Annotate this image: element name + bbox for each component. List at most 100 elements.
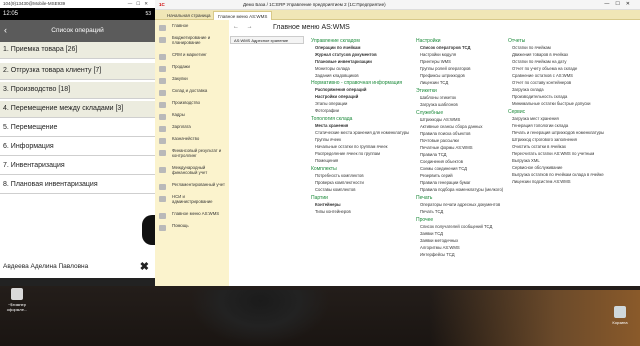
menu-link[interactable]: Группы ролей операторов: [420, 66, 471, 71]
operation-item[interactable]: 6. Информация: [0, 139, 155, 156]
sidebar-item[interactable]: Финансовый результат и контроллинг: [155, 147, 229, 163]
menu-link[interactable]: Заявки ТСД: [420, 231, 443, 236]
menu-link[interactable]: Остатки по ячейкам: [512, 45, 551, 50]
menu-link[interactable]: Почтовые рассылки: [420, 138, 459, 143]
tab-home[interactable]: Начальная страница: [163, 11, 215, 20]
menu-link[interactable]: Начальные остатки по группам ячеек: [315, 144, 388, 149]
menu-link[interactable]: Активные сеансы сбора данных: [420, 124, 482, 129]
menu-link[interactable]: Выгрузка XML: [512, 158, 540, 163]
sidebar-item[interactable]: Казначейство: [155, 135, 229, 147]
sidebar-item[interactable]: Продажи: [155, 63, 229, 75]
menu-link[interactable]: Префиксы штрихкодов: [420, 73, 465, 78]
menu-link[interactable]: Пересчитать остатки AS:WMS по учетным: [512, 151, 594, 156]
sidebar-item[interactable]: Помощь: [155, 222, 229, 234]
menu-link[interactable]: Правила ТСД: [420, 152, 447, 157]
menu-link[interactable]: Мониторы склада: [315, 66, 350, 71]
menu-link[interactable]: Сравнение остатков с AS:WMS: [512, 73, 573, 78]
menu-link[interactable]: Правила подбора номенклатуры (мелкого): [420, 187, 503, 192]
menu-link[interactable]: Задания кладовщиков: [315, 73, 359, 78]
menu-link[interactable]: Шаблоны этикеток: [420, 95, 456, 100]
menu-link[interactable]: Лицензии ТСД: [420, 80, 448, 85]
menu-link[interactable]: Выгрузка остатков по ячейкам склада в яч…: [512, 172, 604, 177]
sidebar-item[interactable]: Производство: [155, 99, 229, 111]
sidebar-item[interactable]: Главное: [155, 22, 229, 34]
menu-link[interactable]: Генерация топологии склада: [512, 123, 568, 128]
operation-item[interactable]: 7. Инвентаризация: [0, 158, 155, 175]
menu-link[interactable]: Журнал статусов документов: [315, 52, 377, 57]
menu-link[interactable]: Сервисное обслуживание: [512, 165, 562, 170]
desktop-file-icon[interactable]: ~$тимнер оформле...: [2, 288, 32, 312]
menu-link[interactable]: Заявки методичных: [420, 238, 458, 243]
operation-item[interactable]: 5. Перемещение: [0, 120, 155, 137]
sidebar-item[interactable]: Главное меню AS:WMS: [155, 210, 229, 222]
menu-link[interactable]: Лицензии подсистем AS:WMS: [512, 179, 571, 184]
operation-item[interactable]: 4. Перемещение между складами [3]: [0, 101, 155, 118]
menu-link[interactable]: Правила генерации бумаг: [420, 180, 471, 185]
menu-link[interactable]: Составы комплектов: [315, 187, 355, 192]
menu-link[interactable]: Остатки по ячейкам на дату: [512, 59, 566, 64]
recycle-bin-shortcut[interactable]: Корзина: [605, 306, 635, 325]
sidebar-item[interactable]: Склад и доставка: [155, 87, 229, 99]
sidebar-item[interactable]: Регламентированный учет: [155, 181, 229, 193]
menu-link[interactable]: Плановые инвентаризации: [315, 59, 372, 64]
menu-link[interactable]: Операторы печати адресных документов: [420, 202, 500, 207]
window-controls[interactable]: —☐✕: [128, 1, 152, 7]
menu-link[interactable]: Очистить остатки в ячейках: [512, 144, 566, 149]
menu-link[interactable]: Контейнеры: [315, 202, 341, 207]
menu-link[interactable]: Список операторов ТСД: [420, 45, 471, 50]
menu-link[interactable]: Движения товаров в ячейках: [512, 52, 568, 57]
menu-link[interactable]: Фотографии: [315, 108, 339, 113]
menu-link[interactable]: Алгоритмы AS:WMS: [420, 245, 460, 250]
section-title: Топология склада: [311, 116, 353, 122]
menu-link[interactable]: Распоряжения операций: [315, 87, 366, 92]
sidebar-item[interactable]: Кадры: [155, 111, 229, 123]
menu-link[interactable]: Печать ТСД: [420, 209, 443, 214]
menu-link[interactable]: Места хранения: [315, 123, 348, 128]
menu-link[interactable]: Загрузка мест хранения: [512, 116, 559, 121]
menu-link[interactable]: Загрузка шаблонов: [420, 102, 458, 107]
sidebar-item[interactable]: Международный финансовый учет: [155, 164, 229, 180]
wms-chip[interactable]: AS:WMS Адресное хранение: [230, 36, 304, 44]
menu-link[interactable]: Принтеры WMS: [420, 59, 451, 64]
sidebar-item[interactable]: Бюджетирование и планирование: [155, 34, 229, 50]
menu-link[interactable]: Минимальные остатки быстрые допуски: [512, 101, 591, 106]
menu-link[interactable]: Проверка комплектности: [315, 180, 364, 185]
menu-link[interactable]: Типы контейнеров: [315, 209, 351, 214]
window-controls[interactable]: —☐✕: [604, 1, 636, 7]
menu-link[interactable]: Правила поиска объектов: [420, 131, 470, 136]
sidebar-item[interactable]: CRM и маркетинг: [155, 51, 229, 63]
menu-link[interactable]: Список получателей сообщений ТСД: [420, 224, 492, 229]
operation-item[interactable]: 3. Производство [18]: [0, 82, 155, 99]
menu-link[interactable]: Операции по ячейкам: [315, 45, 360, 50]
close-icon[interactable]: ✖: [140, 260, 149, 273]
operation-item[interactable]: 1. Приемка товара [26]: [0, 42, 155, 59]
menu-link[interactable]: Интерфейсы ТСД: [420, 252, 455, 257]
menu-link[interactable]: Настройки операций: [315, 94, 358, 99]
menu-link[interactable]: Печать и генерация штрихкодов номенклату…: [512, 130, 604, 135]
menu-link[interactable]: Настройки модуля: [420, 52, 456, 57]
menu-link[interactable]: Соединения объектов: [420, 159, 463, 164]
menu-link[interactable]: Загрузка склада: [512, 87, 544, 92]
tab-wms-menu[interactable]: Главное меню AS:WMS: [213, 11, 273, 20]
menu-link[interactable]: Отчет по составу контейнеров: [512, 80, 571, 85]
menu-link[interactable]: Схемы соединения ТСД: [420, 166, 467, 171]
operation-item[interactable]: 8. Плановая инвентаризация: [0, 177, 155, 194]
menu-link[interactable]: Статические места хранения для номенклат…: [315, 130, 409, 135]
menu-link[interactable]: Распределение ячеек по группам: [315, 151, 380, 156]
operation-item[interactable]: 2. Отгрузка товара клиенту [7]: [0, 63, 155, 80]
menu-link[interactable]: Отчет по учету объема на складе: [512, 66, 577, 71]
menu-link[interactable]: Резервить серий: [420, 173, 453, 178]
sidebar-item[interactable]: НСИ и администрирование: [155, 193, 229, 209]
nav-arrows[interactable]: ← →: [233, 24, 256, 30]
menu-link[interactable]: Производительность склада: [512, 94, 567, 99]
sidebar-item[interactable]: Зарплата: [155, 123, 229, 135]
menu-link[interactable]: Потребность комплектов: [315, 173, 364, 178]
menu-link[interactable]: Помещения: [315, 158, 338, 163]
menu-link[interactable]: Группы ячеек: [315, 137, 341, 142]
menu-link[interactable]: Печатные формы AS:WMS: [420, 145, 473, 150]
menu-link[interactable]: Этапы операции: [315, 101, 347, 106]
sidebar-item[interactable]: Закупки: [155, 75, 229, 87]
menu-link[interactable]: Штрихкоды AS:WMS: [420, 117, 460, 122]
floating-scan-button[interactable]: [142, 215, 155, 245]
menu-link[interactable]: Штрихкод строгового заполнения: [512, 137, 577, 142]
